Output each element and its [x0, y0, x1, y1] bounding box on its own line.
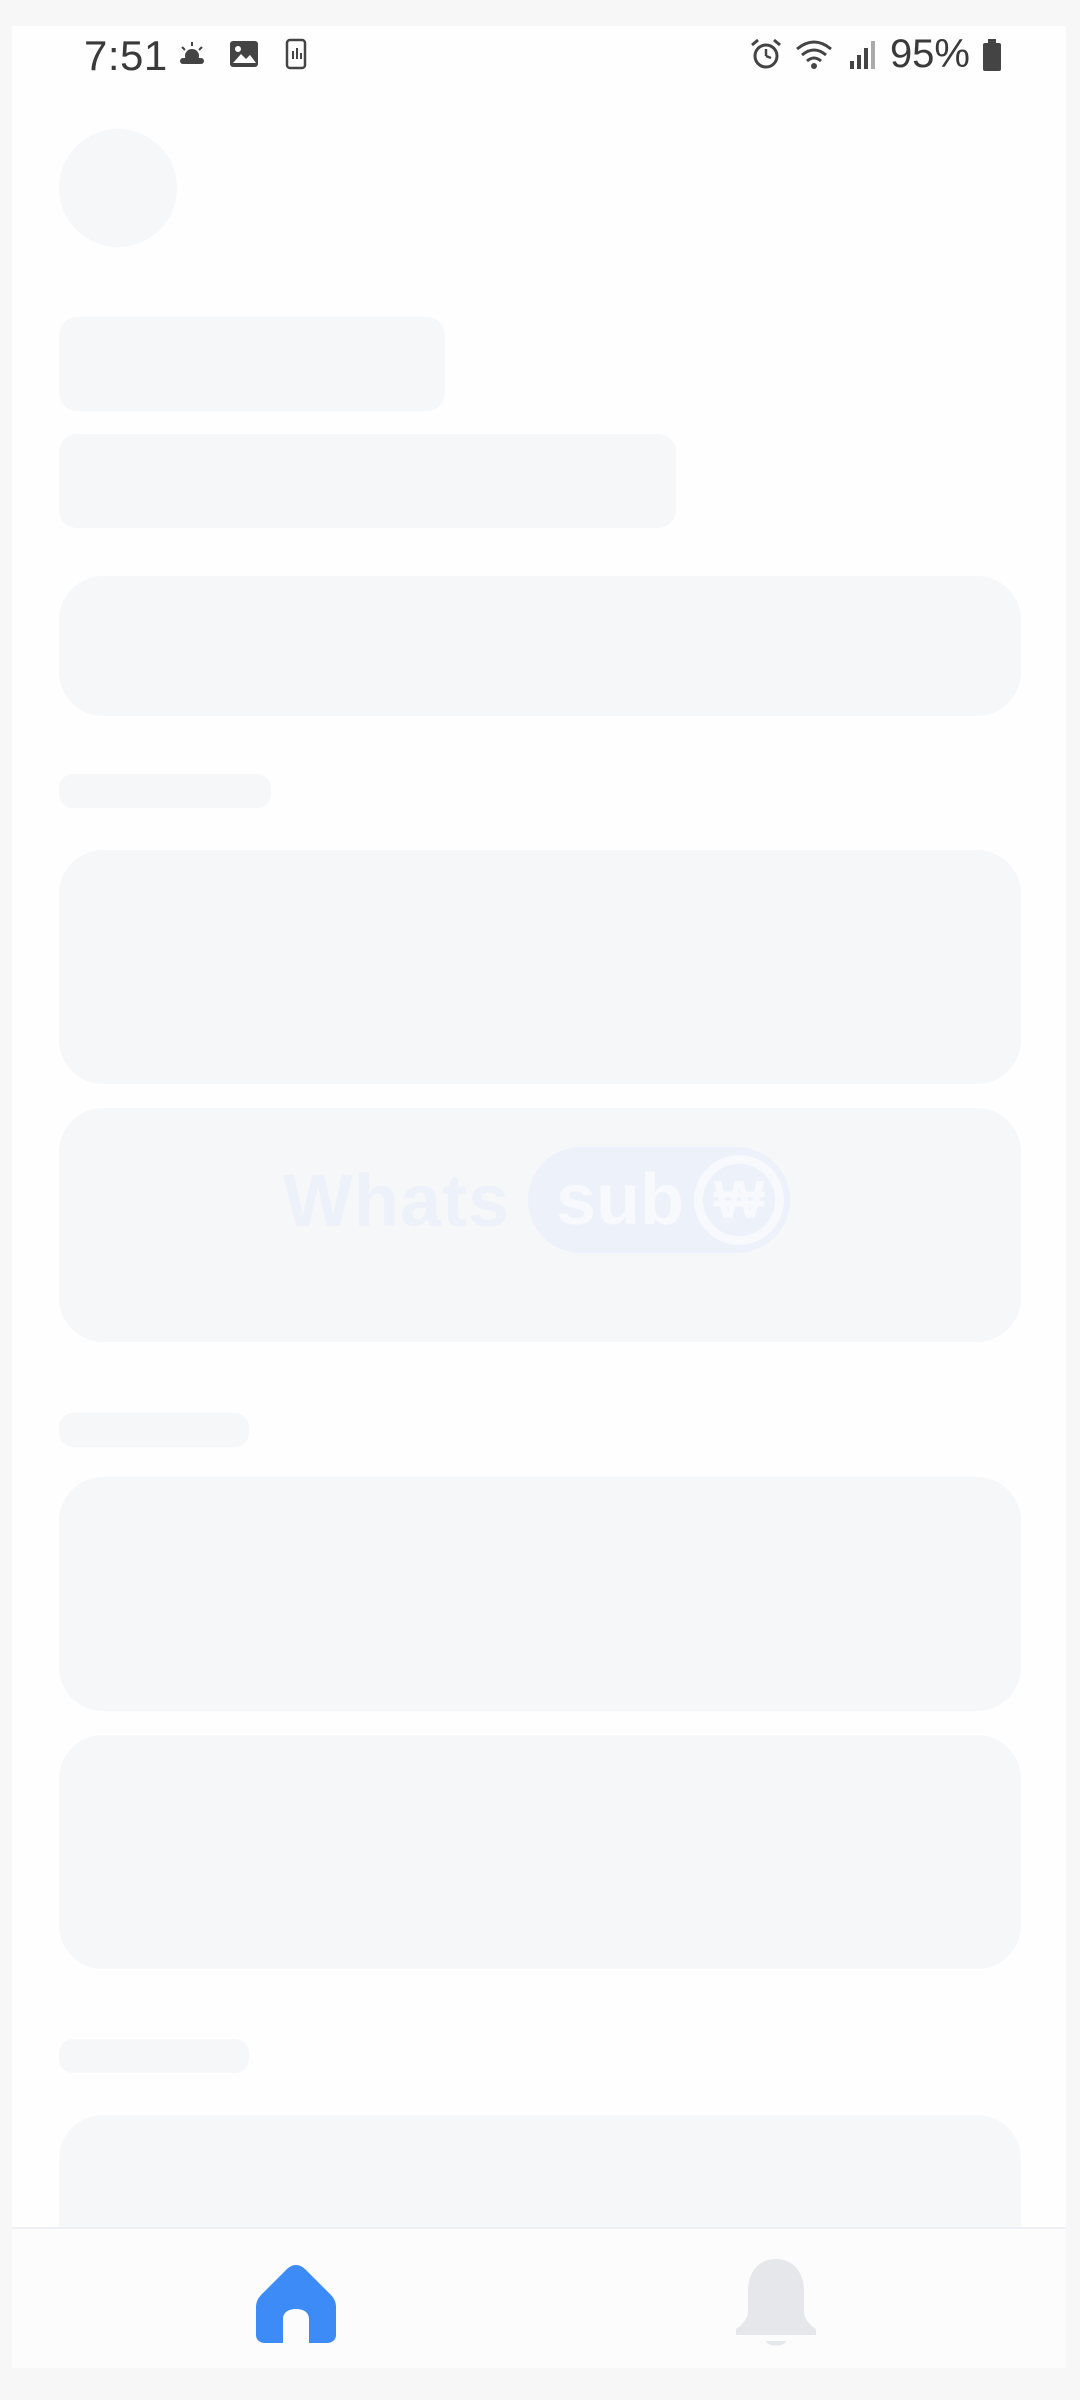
phone-icon — [285, 38, 307, 70]
logo-pill: sub ₩ — [528, 1147, 790, 1253]
section-header-placeholder — [59, 1413, 249, 1447]
home-icon[interactable] — [252, 2259, 340, 2347]
status-icons-right: 95% — [748, 32, 1004, 77]
image-icon — [230, 41, 258, 67]
title-placeholder — [59, 317, 445, 411]
status-icons-left — [174, 36, 314, 72]
logo-word: Whats — [283, 1158, 510, 1242]
bell-icon[interactable] — [732, 2255, 820, 2351]
won-coin-icon: ₩ — [694, 1155, 784, 1245]
card-placeholder — [59, 1735, 1021, 1969]
status-time: 7:51 — [84, 32, 168, 79]
wifi-icon — [795, 40, 832, 69]
bottom-navigation — [12, 2227, 1066, 2368]
logo-pill-text: sub — [556, 1160, 685, 1240]
weather-icon — [180, 42, 204, 64]
avatar-placeholder — [59, 129, 177, 247]
subtitle-placeholder — [59, 434, 676, 528]
battery-percent: 95% — [889, 32, 970, 76]
card-placeholder — [59, 850, 1021, 1084]
app-screen: 7:51 95% Whats sub ₩ — [12, 26, 1066, 2368]
whatssub-logo: Whats sub ₩ — [283, 1147, 790, 1253]
section-header-placeholder — [59, 774, 271, 808]
status-bar: 7:51 95% — [12, 26, 1066, 106]
summary-bar-placeholder — [59, 576, 1021, 716]
signal-icon — [849, 40, 875, 69]
section-header-placeholder — [59, 2039, 249, 2073]
alarm-icon — [750, 38, 781, 68]
card-placeholder — [59, 1477, 1021, 1711]
battery-icon — [983, 38, 1001, 71]
